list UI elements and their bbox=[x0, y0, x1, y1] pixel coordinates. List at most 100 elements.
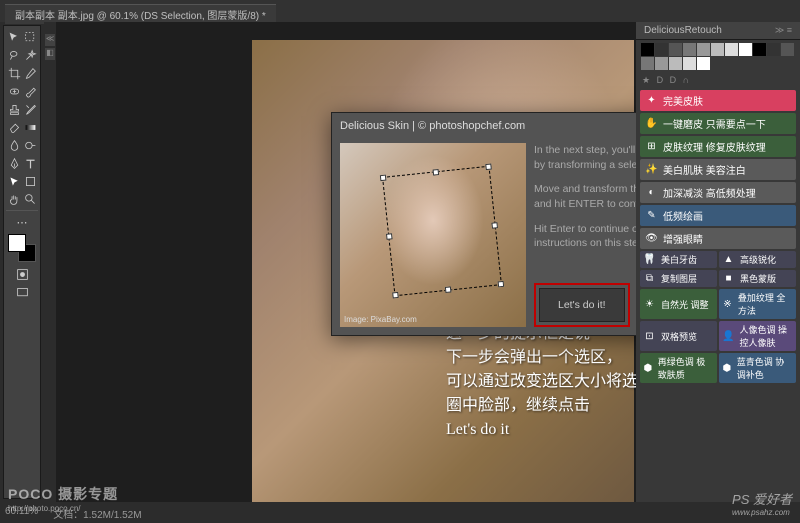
action-label: 高级锐化 bbox=[740, 253, 776, 266]
action-icon: ✎ bbox=[645, 209, 658, 222]
action-button[interactable]: ※ 叠加纹理 全方法 bbox=[719, 289, 796, 319]
image-credit: Image: PixaBay.com bbox=[344, 315, 417, 324]
color-swatches[interactable] bbox=[8, 234, 36, 262]
swatch[interactable] bbox=[669, 43, 682, 56]
action-label: 人像色调 操控人像肤 bbox=[739, 323, 793, 349]
action-label: 加深减淡 高低频处理 bbox=[663, 185, 756, 200]
action-label: 黑色蒙版 bbox=[740, 272, 776, 285]
action-button[interactable]: 👤人像色调 操控人像肤 bbox=[719, 321, 796, 351]
action-icon: ⬢ bbox=[643, 362, 653, 375]
swatch[interactable] bbox=[655, 43, 668, 56]
dialog-title: Delicious Skin | © photoshopchef.com bbox=[340, 120, 525, 132]
swatch[interactable] bbox=[683, 57, 696, 70]
panel-toggle[interactable]: ≪ bbox=[45, 34, 55, 46]
action-label: 完美皮肤 bbox=[663, 93, 703, 108]
swatch[interactable] bbox=[753, 43, 766, 56]
action-icon: 🦷 bbox=[643, 253, 656, 266]
stamp-tool[interactable] bbox=[7, 102, 21, 116]
action-label: 再绿色调 极致肤质 bbox=[658, 355, 714, 381]
action-icon: ◐ bbox=[645, 186, 658, 199]
action-button[interactable]: ✨美白肌肤 美容注白 bbox=[640, 159, 796, 180]
panel-title: DeliciousRetouch bbox=[644, 25, 722, 36]
action-button[interactable]: ✎ 低频绘画 bbox=[640, 205, 796, 226]
highlight-box: Let's do it! bbox=[534, 283, 630, 327]
brush-tool[interactable] bbox=[23, 84, 37, 98]
lasso-tool[interactable] bbox=[7, 48, 21, 62]
shape-tool[interactable] bbox=[23, 174, 37, 188]
document-tab[interactable]: 副本副本 副本.jpg @ 60.1% (DS Selection, 图层蒙版/… bbox=[5, 4, 276, 24]
extension-panel: DeliciousRetouch ≫ ≡ ★ D D ∩ ✦完美皮肤 ✋ 一键磨皮 … bbox=[636, 22, 800, 502]
swatch[interactable] bbox=[683, 43, 696, 56]
gradient-tool[interactable] bbox=[23, 120, 37, 134]
swatch[interactable] bbox=[669, 57, 682, 70]
action-button[interactable]: ⧉ 复制图层 bbox=[640, 270, 717, 287]
eyedropper-tool[interactable] bbox=[23, 66, 37, 80]
action-label: 叠加纹理 全方法 bbox=[738, 291, 793, 317]
action-button[interactable]: ✋ 一键磨皮 只需要点一下 bbox=[640, 113, 796, 134]
pro-badge: ★ D D ∩ bbox=[636, 73, 800, 88]
pen-tool[interactable] bbox=[7, 156, 21, 170]
hand-tool[interactable] bbox=[7, 192, 21, 206]
heal-tool[interactable] bbox=[7, 84, 21, 98]
swatch[interactable] bbox=[697, 57, 710, 70]
action-button[interactable]: ◐ 加深减淡 高低频处理 bbox=[640, 182, 796, 203]
action-label: 增强眼睛 bbox=[663, 231, 703, 246]
action-icon: ▲ bbox=[722, 253, 735, 266]
action-icon: ※ bbox=[722, 298, 733, 311]
swatch[interactable] bbox=[711, 43, 724, 56]
zoom-tool[interactable] bbox=[23, 192, 37, 206]
action-icon: ⧉ bbox=[643, 272, 656, 285]
quickmask-tool[interactable] bbox=[15, 267, 29, 281]
action-button[interactable]: ✦完美皮肤 bbox=[640, 90, 796, 111]
watermark: POCO 摄影专题 http://photo.poco.cn/ bbox=[8, 484, 118, 513]
action-icon: ⬢ bbox=[722, 362, 732, 375]
action-icon: ☀ bbox=[643, 298, 656, 311]
swatch[interactable] bbox=[697, 43, 710, 56]
action-button[interactable]: ▲ 高级锐化 bbox=[719, 251, 796, 268]
canvas[interactable]: 这一步的提示框是说 下一步会弹出一个选区， 可以通过改变选区大小将选区 圈中脸部… bbox=[56, 22, 636, 502]
panel-collapse-icon[interactable]: ◧ bbox=[45, 48, 55, 60]
blur-tool[interactable] bbox=[7, 138, 21, 152]
action-button[interactable]: ⬢ 蓝青色调 协调补色 bbox=[719, 353, 796, 383]
type-tool[interactable] bbox=[23, 156, 37, 170]
action-button[interactable]: ☀ 自然光 调整 bbox=[640, 289, 717, 319]
swatch[interactable] bbox=[739, 43, 752, 56]
swatch[interactable] bbox=[655, 57, 668, 70]
panel-menu-icon[interactable]: ≫ ≡ bbox=[775, 25, 792, 36]
action-label: 复制图层 bbox=[661, 272, 697, 285]
path-tool[interactable] bbox=[7, 174, 21, 188]
edit-toolbar[interactable]: ⋯ bbox=[15, 215, 29, 229]
wand-tool[interactable] bbox=[23, 48, 37, 62]
swatch[interactable] bbox=[781, 43, 794, 56]
swatch[interactable] bbox=[767, 43, 780, 56]
action-button[interactable]: 👁 增强眼睛 bbox=[640, 228, 796, 249]
action-button[interactable]: 🦷美白牙齿 bbox=[640, 251, 717, 268]
action-button[interactable]: ⬢ 再绿色调 极致肤质 bbox=[640, 353, 717, 383]
action-label: 双格预览 bbox=[661, 330, 697, 343]
action-label: 低频绘画 bbox=[663, 208, 703, 223]
tools-panel: ⋯ bbox=[3, 25, 41, 499]
foreground-color[interactable] bbox=[8, 234, 26, 252]
dialog-text: Move and transform the selection to fit … bbox=[534, 182, 636, 211]
screenmode-tool[interactable] bbox=[15, 285, 29, 299]
swatch[interactable] bbox=[641, 57, 654, 70]
annotation-text: 这一步的提示框是说 下一步会弹出一个选区， 可以通过改变选区大小将选区 圈中脸部… bbox=[446, 322, 636, 442]
action-icon: ✋ bbox=[645, 117, 658, 130]
swatch[interactable] bbox=[641, 43, 654, 56]
action-icon: 👁 bbox=[645, 232, 658, 245]
move-tool[interactable] bbox=[7, 30, 21, 44]
action-button[interactable]: ⊡双格预览 bbox=[640, 321, 717, 351]
swatch[interactable] bbox=[725, 43, 738, 56]
watermark: PS 爱好者 www.psahz.com bbox=[732, 489, 792, 517]
action-label: 蓝青色调 协调补色 bbox=[737, 355, 793, 381]
history-brush-tool[interactable] bbox=[23, 102, 37, 116]
action-label: 一键磨皮 只需要点一下 bbox=[663, 116, 766, 131]
marquee-tool[interactable] bbox=[23, 30, 37, 44]
action-button[interactable]: ⊞皮肤纹理 修复皮肤纹理 bbox=[640, 136, 796, 157]
action-button[interactable]: ■黑色蒙版 bbox=[719, 270, 796, 287]
action-label: 自然光 调整 bbox=[661, 298, 709, 311]
crop-tool[interactable] bbox=[7, 66, 21, 80]
eraser-tool[interactable] bbox=[7, 120, 21, 134]
dodge-tool[interactable] bbox=[23, 138, 37, 152]
lets-do-it-button[interactable]: Let's do it! bbox=[539, 288, 625, 322]
